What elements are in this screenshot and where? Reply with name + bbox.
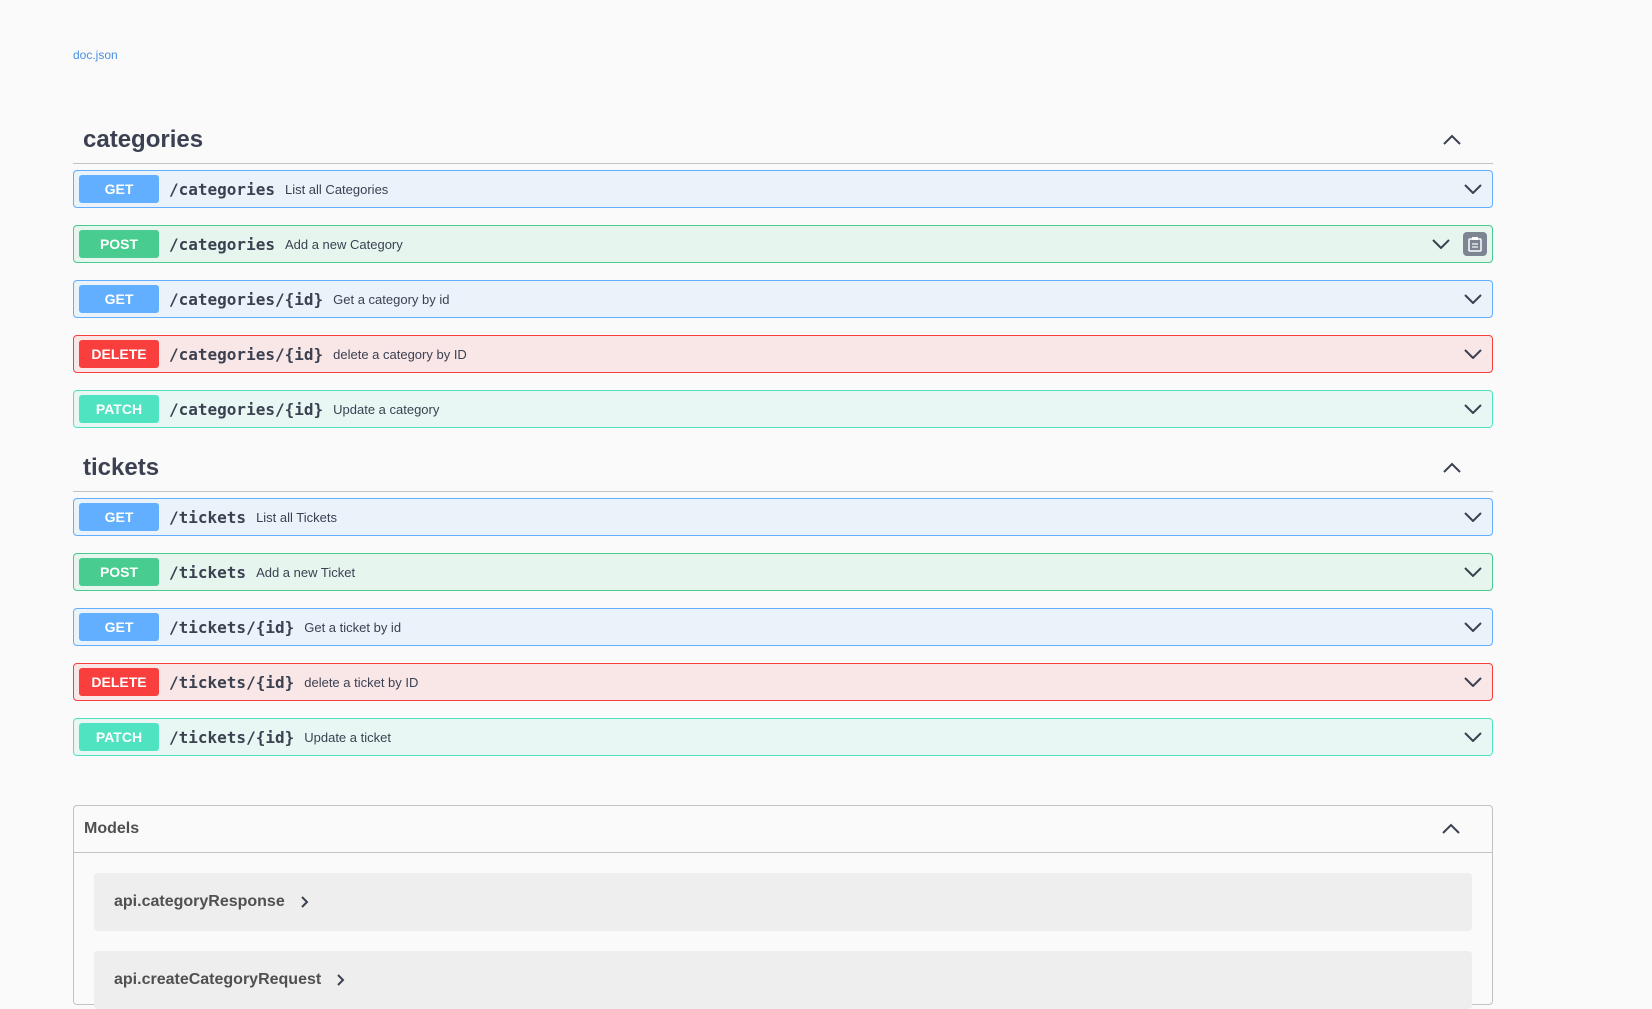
operation-summary: delete a ticket by ID [304, 674, 419, 690]
operation-path: /categories/{id} [169, 399, 324, 419]
models-title: Models [84, 820, 140, 837]
operation-path: /categories/{id} [169, 289, 324, 309]
tag-header-tickets[interactable]: tickets [73, 445, 1493, 492]
operation-path: /tickets/{id} [169, 672, 295, 692]
method-badge: DELETE [79, 668, 159, 696]
method-badge: GET [79, 285, 159, 313]
operation-summary: Add a new Ticket [256, 564, 356, 580]
operation-summary: List all Tickets [256, 509, 337, 525]
tag-title: tickets [83, 454, 160, 481]
operation-post-tickets[interactable]: POST /tickets Add a new Ticket [73, 553, 1493, 591]
operation-get-ticket-by-id[interactable]: GET /tickets/{id} Get a ticket by id [73, 608, 1493, 646]
operation-summary: Update a category [333, 401, 440, 417]
model-name: api.createCategoryRequest [114, 971, 322, 988]
method-badge: PATCH [79, 395, 159, 423]
operation-path: /categories/{id} [169, 344, 324, 364]
model-item[interactable]: api.createCategoryRequest [94, 951, 1472, 1009]
models-header[interactable]: Models [74, 806, 1492, 853]
operation-post-categories[interactable]: POST /categories Add a new Category [73, 225, 1493, 263]
operation-summary: Update a ticket [304, 729, 391, 745]
operation-path: /categories [169, 234, 275, 254]
operation-summary: Get a ticket by id [304, 619, 402, 635]
tag-title: categories [83, 126, 204, 153]
chevron-down-icon[interactable] [1431, 234, 1451, 254]
chevron-right-icon[interactable] [301, 896, 309, 908]
chevron-down-icon[interactable] [1463, 289, 1483, 309]
chevron-down-icon[interactable] [1463, 179, 1483, 199]
operation-delete-ticket[interactable]: DELETE /tickets/{id} delete a ticket by … [73, 663, 1493, 701]
operation-summary: delete a category by ID [333, 346, 467, 362]
method-badge: POST [79, 230, 159, 258]
method-badge: PATCH [79, 723, 159, 751]
tag-header-categories[interactable]: categories [73, 117, 1493, 164]
operations-container: categories GET /categories List all Cate… [73, 117, 1493, 773]
chevron-down-icon[interactable] [1463, 562, 1483, 582]
chevron-down-icon[interactable] [1463, 399, 1483, 419]
operation-summary: List all Categories [284, 181, 389, 197]
chevron-down-icon[interactable] [1463, 672, 1483, 692]
operation-path: /tickets [169, 562, 247, 582]
copy-to-clipboard-icon[interactable] [1463, 232, 1487, 256]
operation-path: /categories [169, 179, 275, 199]
chevron-up-icon[interactable] [1440, 818, 1462, 840]
chevron-right-icon[interactable] [337, 974, 345, 986]
method-badge: GET [79, 613, 159, 641]
chevron-down-icon[interactable] [1463, 617, 1483, 637]
method-badge: POST [79, 558, 159, 586]
operation-summary: Add a new Category [284, 236, 403, 252]
chevron-down-icon[interactable] [1463, 727, 1483, 747]
model-name: api.categoryResponse [114, 893, 285, 910]
operation-get-tickets[interactable]: GET /tickets List all Tickets [73, 498, 1493, 536]
operation-patch-ticket[interactable]: PATCH /tickets/{id} Update a ticket [73, 718, 1493, 756]
chevron-down-icon[interactable] [1463, 344, 1483, 364]
method-badge: DELETE [79, 340, 159, 368]
chevron-up-icon[interactable] [1441, 129, 1463, 151]
method-badge: GET [79, 175, 159, 203]
operation-delete-category[interactable]: DELETE /categories/{id} delete a categor… [73, 335, 1493, 373]
operation-path: /tickets/{id} [169, 617, 295, 637]
models-section: Models api.categoryResponse api.createCa… [73, 805, 1493, 1009]
operation-get-category-by-id[interactable]: GET /categories/{id} Get a category by i… [73, 280, 1493, 318]
chevron-down-icon[interactable] [1463, 507, 1483, 527]
operation-summary: Get a category by id [333, 291, 450, 307]
method-badge: GET [79, 503, 159, 531]
chevron-up-icon[interactable] [1441, 457, 1463, 479]
operation-path: /tickets/{id} [169, 727, 295, 747]
doc-json-link[interactable]: doc.json [73, 48, 118, 62]
model-item[interactable]: api.categoryResponse [94, 873, 1472, 931]
operation-get-categories[interactable]: GET /categories List all Categories [73, 170, 1493, 208]
operation-patch-category[interactable]: PATCH /categories/{id} Update a category [73, 390, 1493, 428]
operation-path: /tickets [169, 507, 247, 527]
